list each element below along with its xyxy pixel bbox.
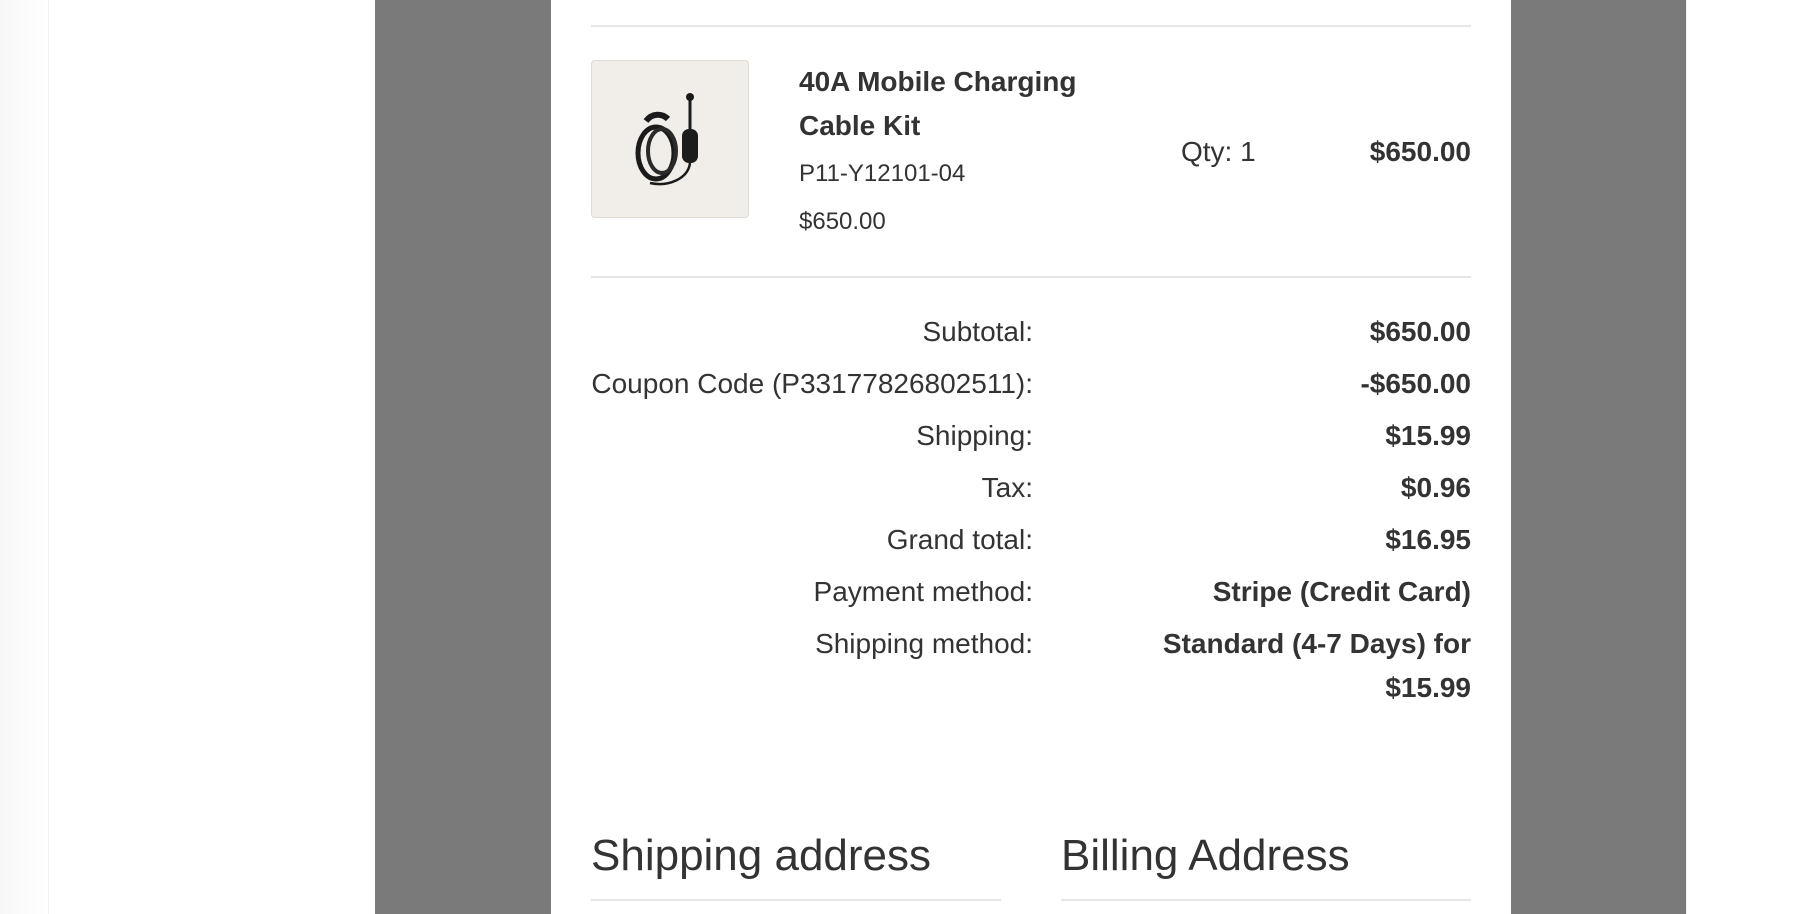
product-thumbnail xyxy=(591,60,749,218)
totals-table: Subtotal: $650.00 Coupon Code (P33177826… xyxy=(591,310,1471,703)
shipping-row: Shipping: $15.99 xyxy=(591,414,1471,458)
item-line-total: $650.00 xyxy=(1369,136,1471,167)
items-divider xyxy=(591,276,1471,278)
page: 40A Mobile Charging Cable Kit P11-Y12101… xyxy=(0,0,1817,914)
tax-value: $0.96 xyxy=(1400,472,1471,503)
subtotal-row: Subtotal: $650.00 xyxy=(591,310,1471,354)
item-unit-price: $650.00 xyxy=(799,208,886,235)
order-email-panel: 40A Mobile Charging Cable Kit P11-Y12101… xyxy=(551,0,1511,914)
shipping-method-value: Standard (4-7 Days) for $15.99 xyxy=(1162,628,1471,703)
right-page-edge xyxy=(1686,0,1817,914)
payment-method-value: Stripe (Credit Card) xyxy=(1212,576,1471,607)
shipping-value: $15.99 xyxy=(1385,420,1471,451)
shipping-address-title: Shipping address xyxy=(591,831,932,880)
coupon-row: Coupon Code (P33177826802511): -$650.00 xyxy=(591,362,1471,406)
shipping-label: Shipping: xyxy=(916,420,1033,451)
item-name[interactable]: 40A Mobile Charging Cable Kit xyxy=(799,60,1129,148)
grand-total-label: Grand total: xyxy=(886,524,1033,555)
billing-address-divider xyxy=(1061,899,1471,901)
shipping-method-row: Shipping method: Standard (4-7 Days) for… xyxy=(591,622,1471,703)
billing-address-title: Billing Address xyxy=(1061,831,1350,880)
item-info: 40A Mobile Charging Cable Kit P11-Y12101… xyxy=(799,60,1129,242)
payment-method-row: Payment method: Stripe (Credit Card) xyxy=(591,570,1471,614)
coupon-label: Coupon Code (P33177826802511): xyxy=(591,368,1033,399)
item-sku: P11-Y12101-04 xyxy=(799,160,966,187)
tax-row: Tax: $0.96 xyxy=(591,466,1471,510)
item-quantity: Qty: 1 xyxy=(1181,136,1256,167)
charging-cable-icon xyxy=(635,93,698,186)
payment-method-label: Payment method: xyxy=(813,576,1033,607)
shipping-address-divider xyxy=(591,899,1001,901)
left-page-edge xyxy=(0,0,49,914)
tax-label: Tax: xyxy=(981,472,1033,503)
subtotal-value: $650.00 xyxy=(1369,316,1471,347)
subtotal-label: Subtotal: xyxy=(922,316,1033,347)
order-item-row: 40A Mobile Charging Cable Kit P11-Y12101… xyxy=(591,60,1471,260)
shipping-method-label: Shipping method: xyxy=(815,628,1033,659)
top-divider xyxy=(591,25,1471,27)
grand-total-value: $16.95 xyxy=(1385,524,1471,555)
grand-total-row: Grand total: $16.95 xyxy=(591,518,1471,562)
coupon-value: -$650.00 xyxy=(1360,368,1471,399)
